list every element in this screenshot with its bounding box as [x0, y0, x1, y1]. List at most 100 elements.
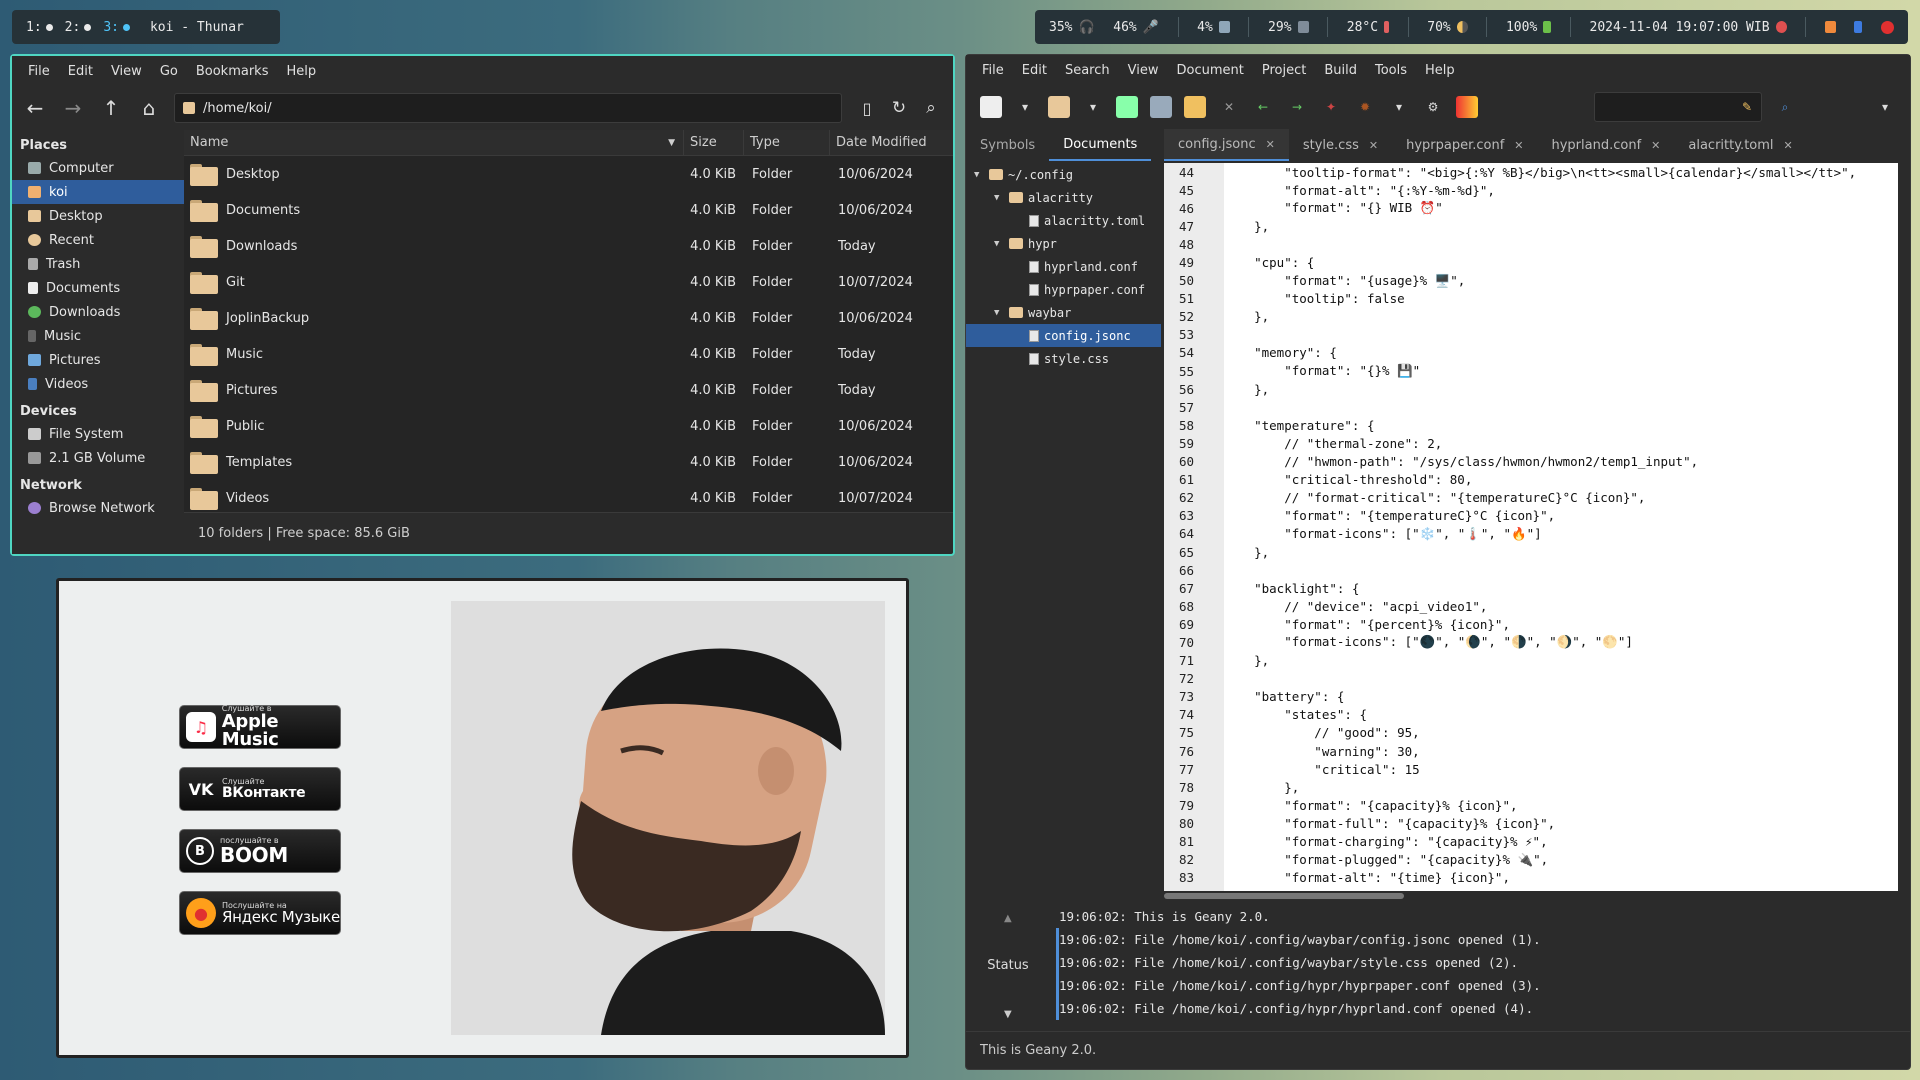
- chevron-down-icon[interactable]: ▾: [1014, 96, 1036, 118]
- table-row[interactable]: Music 4.0 KiB Folder Today: [184, 336, 953, 372]
- close-icon[interactable]: ✕: [1218, 96, 1240, 118]
- expander-down-icon[interactable]: ▼: [974, 170, 984, 180]
- chevron-down-icon[interactable]: ▾: [1388, 96, 1410, 118]
- search-icon[interactable]: ⌕: [1774, 96, 1796, 118]
- sidebar-item-downloads[interactable]: Downloads: [12, 300, 184, 324]
- yandex-music-badge[interactable]: ● Послушайте на Яндекс Музыке: [179, 891, 341, 935]
- reload-file-icon[interactable]: [1184, 96, 1206, 118]
- document-tab[interactable]: config.jsonc ✕: [1164, 129, 1289, 161]
- close-tab-icon[interactable]: ✕: [1651, 139, 1660, 152]
- column-size[interactable]: Size: [684, 130, 744, 155]
- document-tab[interactable]: style.css ✕: [1289, 129, 1392, 161]
- column-name[interactable]: Name ▼: [184, 130, 684, 155]
- menu-edit[interactable]: Edit: [1014, 59, 1055, 82]
- table-row[interactable]: Documents 4.0 KiB Folder 10/06/2024: [184, 192, 953, 228]
- column-type[interactable]: Type: [744, 130, 830, 155]
- sidebar-item-volume[interactable]: 2.1 GB Volume: [12, 446, 184, 470]
- document-tab[interactable]: hyprland.conf ✕: [1538, 129, 1675, 161]
- compile-icon[interactable]: ✦: [1320, 96, 1342, 118]
- scroll-down-icon[interactable]: ▼: [1004, 1009, 1012, 1020]
- forward-arrow-icon[interactable]: →: [1286, 96, 1308, 118]
- clear-search-icon[interactable]: ✎: [1736, 96, 1758, 118]
- boom-badge[interactable]: B послушайте в BOOM: [179, 829, 341, 873]
- forward-arrow-icon[interactable]: →: [58, 93, 88, 123]
- new-file-icon[interactable]: [980, 96, 1002, 118]
- sidebar-item-browse-network[interactable]: Browse Network: [12, 496, 184, 520]
- apple-music-badge[interactable]: ♫ Слушайте в Apple Music: [179, 705, 341, 749]
- close-tab-icon[interactable]: ✕: [1514, 139, 1523, 152]
- close-tab-icon[interactable]: ✕: [1369, 139, 1378, 152]
- horizontal-scrollbar[interactable]: [1164, 891, 1898, 901]
- mic-module[interactable]: 46% 🎤: [1113, 20, 1159, 35]
- workspace-1[interactable]: 1:: [26, 20, 53, 35]
- save-icon[interactable]: [1116, 96, 1138, 118]
- tree-file[interactable]: style.css: [966, 347, 1161, 370]
- table-row[interactable]: Public 4.0 KiB Folder 10/06/2024: [184, 408, 953, 444]
- clock-module[interactable]: 2024-11-04 19:07:00 WIB: [1590, 20, 1787, 35]
- sidebar-item-music[interactable]: Music: [12, 324, 184, 348]
- backlight-module[interactable]: 70%: [1427, 20, 1468, 35]
- volume-module[interactable]: 35% 🎧: [1049, 20, 1095, 35]
- sidebar-item-computer[interactable]: Computer: [12, 156, 184, 180]
- cpu-module[interactable]: 4%: [1197, 20, 1230, 35]
- table-row[interactable]: JoplinBackup 4.0 KiB Folder 10/06/2024: [184, 300, 953, 336]
- tree-folder[interactable]: ▼ hypr: [966, 232, 1161, 255]
- menu-go[interactable]: Go: [152, 60, 186, 83]
- workspace-2[interactable]: 2:: [65, 20, 92, 35]
- open-folder-icon[interactable]: [1048, 96, 1070, 118]
- search-icon[interactable]: ⌕: [916, 93, 946, 123]
- sidebar-item-videos[interactable]: Videos: [12, 372, 184, 396]
- tab-documents[interactable]: Documents: [1049, 129, 1152, 161]
- table-row[interactable]: Videos 4.0 KiB Folder 10/07/2024: [184, 480, 953, 516]
- menu-help[interactable]: Help: [278, 60, 324, 83]
- run-icon[interactable]: ⚙: [1422, 96, 1444, 118]
- tree-folder[interactable]: ▼ ~/.config: [966, 163, 1161, 186]
- close-tab-icon[interactable]: ✕: [1266, 138, 1275, 151]
- menu-edit[interactable]: Edit: [60, 60, 101, 83]
- expander-down-icon[interactable]: ▼: [994, 193, 1004, 203]
- table-row[interactable]: Git 4.0 KiB Folder 10/07/2024: [184, 264, 953, 300]
- code-editor[interactable]: 44 "tooltip-format": "<big>{:%Y %B}</big…: [1164, 163, 1898, 891]
- location-bar[interactable]: /home/koi/: [174, 93, 842, 123]
- menu-bookmarks[interactable]: Bookmarks: [188, 60, 277, 83]
- toolbar-overflow-icon[interactable]: ▾: [1874, 96, 1896, 118]
- home-icon[interactable]: ⌂: [134, 93, 164, 123]
- tree-file[interactable]: config.jsonc: [966, 324, 1161, 347]
- memory-module[interactable]: 29%: [1268, 20, 1309, 35]
- menu-view[interactable]: View: [1120, 59, 1167, 82]
- tray-app-icon[interactable]: [1824, 21, 1836, 33]
- sidebar-item-koi[interactable]: koi: [12, 180, 184, 204]
- table-row[interactable]: Desktop 4.0 KiB Folder 10/06/2024: [184, 156, 953, 192]
- table-row[interactable]: Downloads 4.0 KiB Folder Today: [184, 228, 953, 264]
- tree-file[interactable]: hyprland.conf: [966, 255, 1161, 278]
- sidebar-item-documents[interactable]: Documents: [12, 276, 184, 300]
- menu-file[interactable]: File: [974, 59, 1012, 82]
- chevron-down-icon[interactable]: ▾: [1082, 96, 1104, 118]
- table-row[interactable]: Pictures 4.0 KiB Folder Today: [184, 372, 953, 408]
- bluetooth-icon[interactable]: [1854, 21, 1863, 33]
- sidebar-item-pictures[interactable]: Pictures: [12, 348, 184, 372]
- temperature-module[interactable]: 28°C: [1347, 20, 1390, 35]
- sidebar-item-desktop[interactable]: Desktop: [12, 204, 184, 228]
- document-tab[interactable]: alacritty.toml ✕: [1674, 129, 1806, 161]
- menu-document[interactable]: Document: [1168, 59, 1251, 82]
- tab-symbols[interactable]: Symbols: [966, 129, 1049, 161]
- table-row[interactable]: Templates 4.0 KiB Folder 10/06/2024: [184, 444, 953, 480]
- color-chooser-icon[interactable]: [1456, 96, 1478, 118]
- scrollbar-thumb[interactable]: [1164, 893, 1404, 899]
- document-tab[interactable]: hyprpaper.conf ✕: [1392, 129, 1537, 161]
- menu-build[interactable]: Build: [1316, 59, 1365, 82]
- build-icon[interactable]: ✹: [1354, 96, 1376, 118]
- tree-file[interactable]: hyprpaper.conf: [966, 278, 1161, 301]
- scroll-up-icon[interactable]: ▲: [1004, 913, 1012, 924]
- power-icon[interactable]: [1880, 20, 1894, 34]
- close-tab-icon[interactable]: ✕: [1784, 139, 1793, 152]
- sidebar-item-file-system[interactable]: File System: [12, 422, 184, 446]
- menu-file[interactable]: File: [20, 60, 58, 83]
- menu-search[interactable]: Search: [1057, 59, 1118, 82]
- expander-down-icon[interactable]: ▼: [994, 308, 1004, 318]
- menu-tools[interactable]: Tools: [1367, 59, 1415, 82]
- menu-help[interactable]: Help: [1417, 59, 1463, 82]
- back-arrow-icon[interactable]: ←: [1252, 96, 1274, 118]
- tree-folder[interactable]: ▼ alacritty: [966, 186, 1161, 209]
